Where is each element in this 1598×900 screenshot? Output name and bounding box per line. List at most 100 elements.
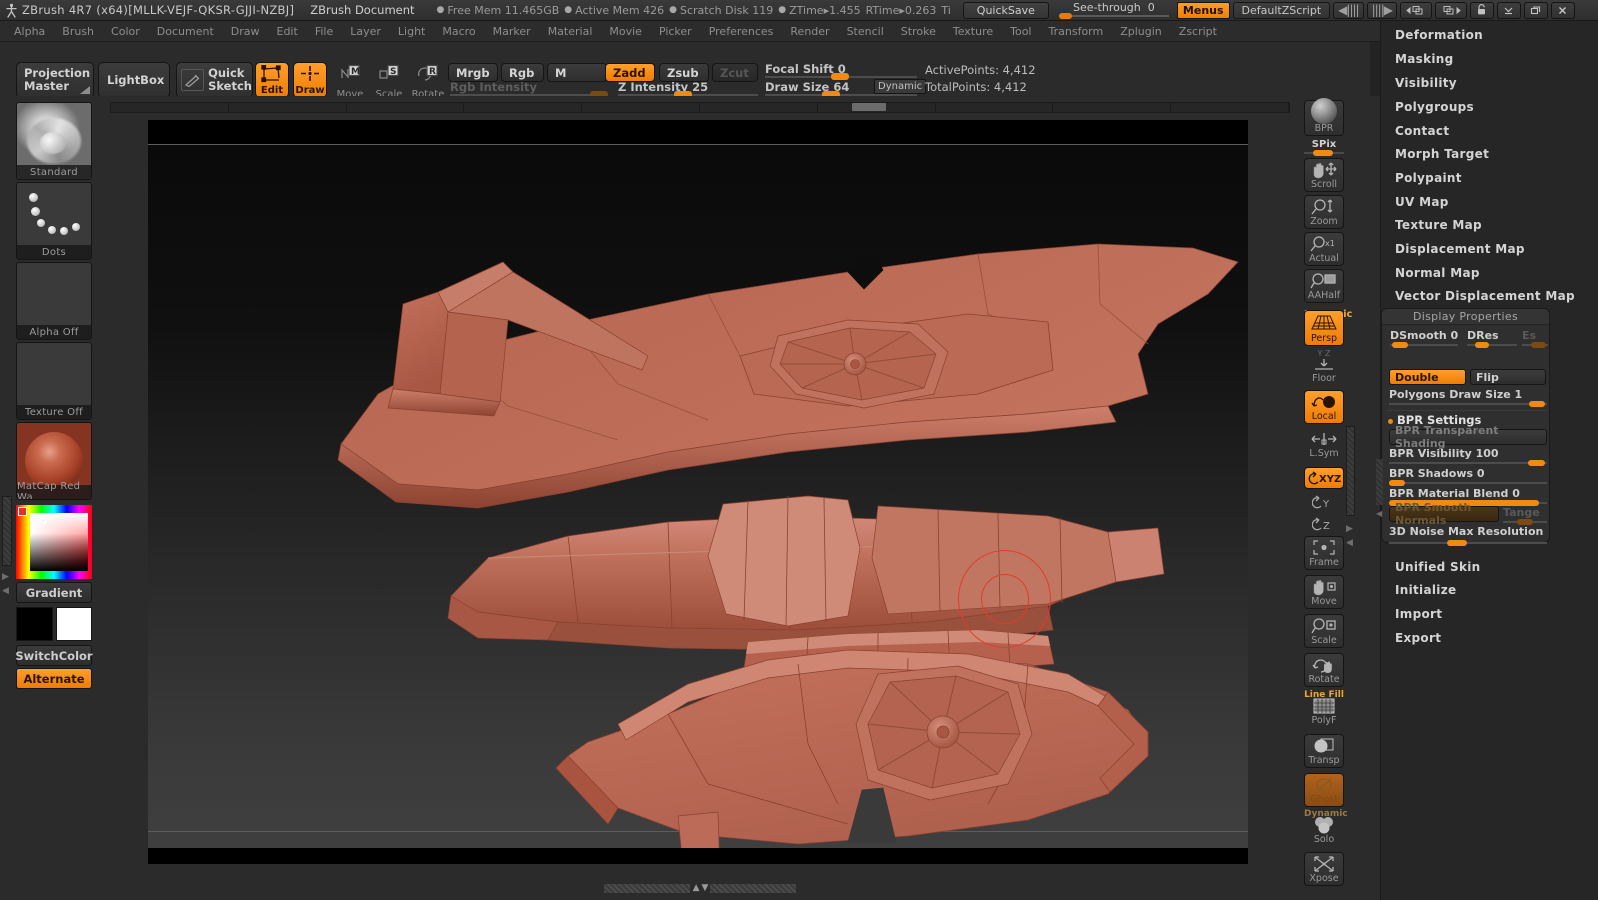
left-panel-expand-arrow-icon[interactable]: ▶ [2, 572, 9, 582]
dres-slider[interactable]: DRes [1467, 329, 1517, 348]
palette-import[interactable]: Import [1395, 607, 1442, 621]
display-properties-drag-handle[interactable] [1376, 459, 1383, 505]
menu-color[interactable]: Color [103, 23, 148, 40]
menu-stencil[interactable]: Stencil [839, 23, 892, 40]
footer-texture-right[interactable] [710, 883, 797, 893]
noise-max-resolution-track[interactable] [1389, 542, 1547, 544]
bpr-shadows-knob[interactable] [1389, 480, 1405, 486]
left-panel-drag-handle[interactable] [2, 496, 12, 566]
menu-zscript[interactable]: Zscript [1171, 23, 1225, 40]
palette-unified-skin[interactable]: Unified Skin [1395, 560, 1481, 574]
bpr-visibility-knob[interactable] [1528, 460, 1545, 466]
rail-move-button[interactable]: Move [1304, 575, 1344, 609]
double-button[interactable]: Double [1389, 369, 1466, 385]
dynamic-badge[interactable]: Dynamic [874, 79, 927, 94]
rail-rotate-button[interactable]: Rotate [1304, 653, 1344, 687]
see-through-track[interactable] [1058, 13, 1169, 19]
restore-icon[interactable] [1523, 1, 1548, 19]
es-slider[interactable]: Es [1522, 329, 1548, 348]
switchcolor-button[interactable]: SwitchColor [15, 645, 93, 666]
palette-uv-map[interactable]: UV Map [1395, 195, 1449, 209]
xpose-button[interactable]: Xpose [1304, 852, 1344, 886]
zscript-button[interactable]: DefaultZScript [1232, 1, 1331, 19]
secondary-color-swatch[interactable] [56, 607, 92, 641]
palette-morph-target[interactable]: Morph Target [1395, 147, 1489, 161]
zoom-button[interactable]: Zoom [1304, 195, 1344, 229]
projection-master-button[interactable]: Projection Master [16, 62, 94, 98]
bars-right-icon[interactable]: ||||▶ [1366, 1, 1397, 19]
stroke-selector[interactable]: Dots [16, 182, 92, 260]
palette-deformation[interactable]: Deformation [1395, 28, 1483, 42]
quick-sketch-button[interactable]: Quick Sketch [176, 62, 253, 98]
palette-contact[interactable]: Contact [1395, 124, 1449, 138]
menu-document[interactable]: Document [149, 23, 222, 40]
close-icon[interactable] [1550, 1, 1575, 19]
menu-transform[interactable]: Transform [1041, 23, 1112, 40]
menu-material[interactable]: Material [540, 23, 601, 40]
document-footer-scroll[interactable]: ▲ ▼ [110, 880, 1290, 896]
menu-movie[interactable]: Movie [601, 23, 650, 40]
texture-selector[interactable]: Texture Off [16, 342, 92, 420]
aahalf-button[interactable]: AAHalf [1304, 269, 1344, 303]
palette-polygroups[interactable]: Polygroups [1395, 100, 1474, 114]
polygons-draw-size-track[interactable] [1389, 403, 1547, 405]
primary-color-swatch[interactable] [16, 607, 53, 641]
alternate-button[interactable]: Alternate [16, 668, 92, 689]
menu-picker[interactable]: Picker [651, 23, 700, 40]
left-panel-collapse-arrow-icon[interactable]: ◀ [2, 586, 9, 596]
color-picker[interactable] [16, 505, 92, 579]
canvas-viewport[interactable] [148, 144, 1248, 848]
minimize-icon[interactable] [1496, 1, 1521, 19]
local-button[interactable]: Local [1304, 390, 1344, 424]
scroll-down-icon[interactable]: ▼ [702, 883, 709, 893]
menu-brush[interactable]: Brush [54, 23, 102, 40]
polygons-draw-size-knob[interactable] [1529, 401, 1545, 407]
menu-light[interactable]: Light [390, 23, 433, 40]
spix-label[interactable]: SPix [1304, 139, 1344, 150]
gradient-button[interactable]: Gradient [16, 582, 92, 603]
scroll-button[interactable]: Scroll [1304, 158, 1344, 192]
dsmooth-knob[interactable] [1392, 342, 1408, 348]
menu-edit[interactable]: Edit [269, 23, 306, 40]
menu-macro[interactable]: Macro [434, 23, 483, 40]
palette-masking[interactable]: Masking [1395, 52, 1454, 66]
display-properties-expand-arrow-icon[interactable]: ◀ [1376, 509, 1382, 518]
focal-shift-knob[interactable] [831, 73, 849, 80]
solo-button[interactable]: Solo [1304, 813, 1344, 847]
palette-texture-map[interactable]: Texture Map [1395, 218, 1482, 232]
canvas[interactable] [148, 120, 1248, 864]
bpr-shadows-slider[interactable]: BPR Shadows 0 [1389, 467, 1547, 486]
document-top-ruler[interactable] [110, 102, 1290, 113]
focal-shift-slider[interactable]: Focal Shift 0 [765, 62, 917, 80]
transp-button[interactable]: Transp [1304, 734, 1344, 768]
alpha-selector[interactable]: Alpha Off [16, 262, 92, 340]
rotate-z-icon[interactable]: Z [1304, 514, 1344, 534]
material-selector[interactable]: MatCap Red Wa [16, 422, 92, 500]
menu-render[interactable]: Render [782, 23, 837, 40]
window-prev-icon[interactable] [1399, 1, 1432, 19]
spix-slider[interactable] [1304, 150, 1344, 156]
flip-button[interactable]: Flip [1470, 369, 1546, 385]
palette-normal-map[interactable]: Normal Map [1395, 266, 1480, 280]
menus-button[interactable]: Menus [1176, 1, 1230, 19]
footer-texture-left[interactable] [603, 883, 690, 893]
menu-stroke[interactable]: Stroke [893, 23, 944, 40]
menu-marker[interactable]: Marker [485, 23, 539, 40]
see-through-knob[interactable] [1058, 13, 1072, 19]
rotate-y-icon[interactable]: Y [1304, 492, 1344, 512]
document-ruler-handle[interactable] [852, 103, 886, 111]
tangent-slider[interactable]: Tange [1503, 506, 1547, 525]
frame-button[interactable]: Frame [1304, 536, 1344, 570]
lock-icon[interactable] [1469, 1, 1494, 19]
ghost-button[interactable]: Ghost [1304, 773, 1344, 807]
dsmooth-slider[interactable]: DSmooth 0 [1390, 329, 1458, 348]
menu-draw[interactable]: Draw [223, 23, 268, 40]
bpr-visibility-track[interactable] [1389, 462, 1547, 464]
noise-max-resolution-slider[interactable]: 3D Noise Max Resolution [1389, 525, 1547, 546]
lsym-button[interactable]: L.Sym [1304, 429, 1344, 461]
bpr-visibility-slider[interactable]: BPR Visibility 100 [1389, 447, 1547, 466]
see-through-slider[interactable]: See-through 0 [1058, 2, 1169, 19]
dres-knob[interactable] [1475, 342, 1489, 348]
palette-initialize[interactable]: Initialize [1395, 583, 1456, 597]
palette-export[interactable]: Export [1395, 631, 1441, 645]
